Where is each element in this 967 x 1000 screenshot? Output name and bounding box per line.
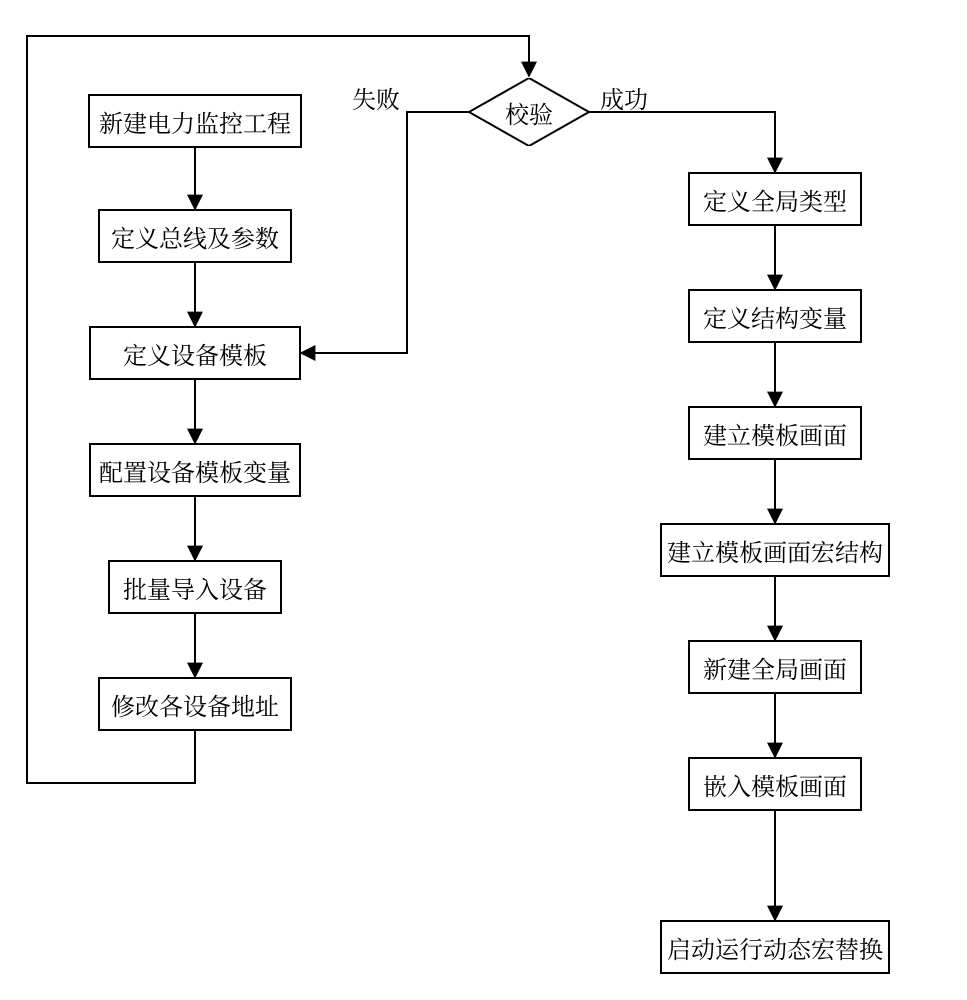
box-new-power-project: 新建电力监控工程 — [88, 94, 302, 148]
box-run-dynamic-macro-replace-label: 启动运行动态宏替换 — [667, 930, 883, 965]
box-create-template-screen-label: 建立模板画面 — [703, 416, 847, 451]
connectors — [0, 0, 967, 1000]
box-config-template-variables: 配置设备模板变量 — [89, 443, 301, 497]
box-new-global-screen-label: 新建全局画面 — [703, 650, 847, 685]
box-create-macro-structure: 建立模板画面宏结构 — [660, 523, 890, 577]
box-modify-addresses: 修改各设备地址 — [98, 677, 292, 731]
box-define-global-type: 定义全局类型 — [688, 172, 862, 226]
decision-verify: 校验 — [469, 78, 589, 146]
box-define-struct-vars: 定义结构变量 — [688, 289, 862, 343]
box-create-macro-structure-label: 建立模板画面宏结构 — [667, 533, 883, 568]
box-define-struct-vars-label: 定义结构变量 — [703, 299, 847, 334]
box-embed-template-screen: 嵌入模板画面 — [688, 757, 862, 811]
edge-label-success: 成功 — [600, 80, 648, 115]
box-define-global-type-label: 定义全局类型 — [703, 182, 847, 217]
flowchart-canvas: 校验 失败 成功 新建电力监控工程 定义总线及参数 定义设备模板 配置设备模板变… — [0, 0, 967, 1000]
box-batch-import-label: 批量导入设备 — [123, 570, 267, 605]
box-define-device-template: 定义设备模板 — [89, 326, 301, 380]
box-batch-import: 批量导入设备 — [108, 560, 282, 614]
box-define-bus-label: 定义总线及参数 — [111, 219, 279, 254]
box-modify-addresses-label: 修改各设备地址 — [111, 687, 279, 722]
box-new-power-project-label: 新建电力监控工程 — [99, 104, 291, 139]
decision-verify-label: 校验 — [469, 78, 589, 146]
edge-label-fail: 失败 — [352, 80, 400, 115]
box-define-device-template-label: 定义设备模板 — [123, 336, 267, 371]
box-new-global-screen: 新建全局画面 — [688, 640, 862, 694]
box-create-template-screen: 建立模板画面 — [688, 406, 862, 460]
box-embed-template-screen-label: 嵌入模板画面 — [703, 767, 847, 802]
box-config-template-variables-label: 配置设备模板变量 — [99, 453, 291, 488]
box-run-dynamic-macro-replace: 启动运行动态宏替换 — [660, 920, 890, 974]
box-define-bus: 定义总线及参数 — [98, 209, 292, 263]
